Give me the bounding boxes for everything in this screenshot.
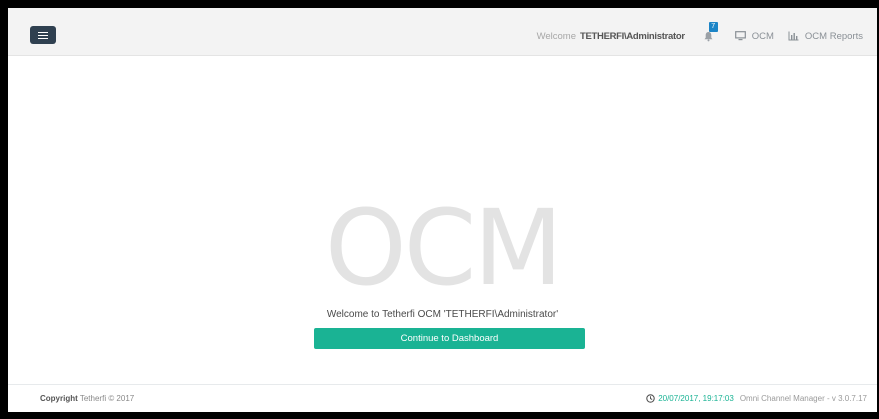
menu-toggle-button[interactable] (30, 26, 56, 44)
copyright-label: Copyright (40, 394, 78, 403)
app-window: Welcome TETHERFI\Administrator 7 OCM OCM… (8, 8, 877, 412)
welcome-message: Welcome to Tetherfi OCM 'TETHERFI\Admini… (326, 309, 559, 320)
notifications-button[interactable]: 7 (701, 22, 721, 44)
clock-icon (646, 394, 655, 403)
continue-to-dashboard-button[interactable]: Continue to Dashboard (314, 328, 585, 349)
notification-badge: 7 (708, 22, 718, 32)
nav-ocm-reports-link[interactable]: OCM Reports (788, 31, 863, 42)
welcome-prefix: Welcome (536, 30, 576, 42)
hero-logo-text: OCM (324, 187, 563, 309)
copyright: Copyright Tetherfi © 2017 (40, 394, 134, 403)
copyright-text: Tetherfi © 2017 (79, 394, 135, 403)
footer-status: 20/07/2017, 19:17:03 Omni Channel Manage… (646, 394, 867, 403)
nav-ocm-reports-label: OCM Reports (804, 30, 863, 42)
app-version: Omni Channel Manager - v 3.0.7.17 (739, 394, 867, 403)
bell-icon (704, 32, 713, 42)
top-navbar: Welcome TETHERFI\Administrator 7 OCM OCM… (8, 8, 877, 56)
page-footer: Copyright Tetherfi © 2017 20/07/2017, 19… (8, 384, 877, 412)
nav-ocm-link[interactable]: OCM (734, 30, 774, 42)
navbar-right: Welcome TETHERFI\Administrator 7 OCM OCM… (536, 22, 863, 44)
footer-timestamp: 20/07/2017, 19:17:03 (658, 394, 734, 403)
monitor-icon (734, 31, 746, 41)
hamburger-icon (38, 31, 48, 39)
nav-ocm-label: OCM (751, 30, 774, 42)
bar-chart-icon (788, 31, 799, 41)
welcome-username: TETHERFI\Administrator (579, 30, 685, 42)
